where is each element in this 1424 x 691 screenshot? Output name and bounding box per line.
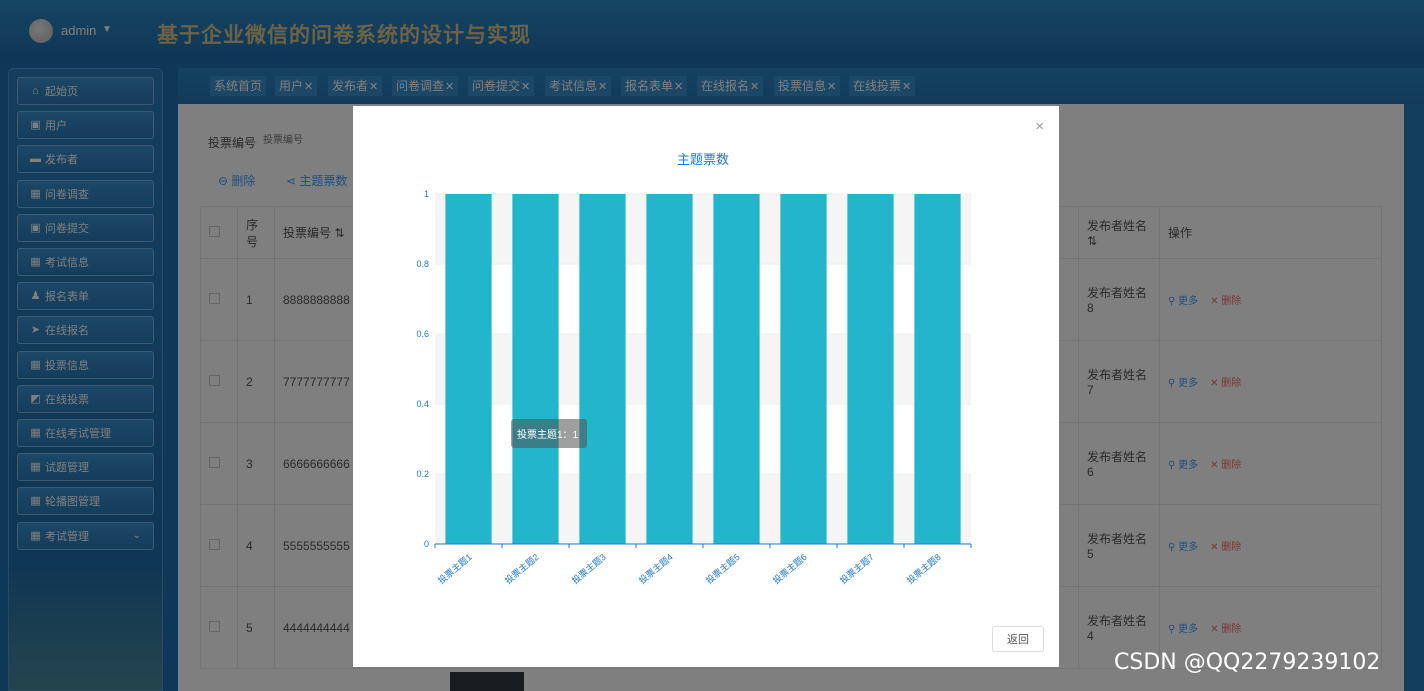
bar [713, 194, 760, 544]
chart-dialog: × 主题票数 0 0.2 0.4 0.6 0.8 1 投票主题1 投票主题2 投票主题3 投票主题4… [353, 106, 1059, 667]
bar [512, 194, 559, 544]
x-tick-label: 投票主题6 [770, 551, 808, 586]
bar [579, 194, 626, 544]
bar [914, 194, 961, 544]
return-button[interactable]: 返回 [992, 626, 1044, 652]
bar [646, 194, 693, 544]
watermark: CSDN @QQ2279239102 [1114, 650, 1381, 675]
x-tick-label: 投票主题4 [636, 551, 674, 586]
y-tick-label: 0.4 [416, 399, 429, 409]
x-tick-label: 投票主题7 [837, 551, 875, 586]
x-tick-label: 投票主题5 [703, 551, 741, 586]
bar [445, 194, 492, 544]
bar [847, 194, 894, 544]
tooltip-text: 投票主题1：1 [517, 428, 579, 441]
y-tick-label: 1 [424, 189, 429, 199]
x-tick-label: 投票主题1 [435, 551, 473, 586]
y-tick-label: 0.2 [416, 469, 429, 479]
x-tick-label: 投票主题8 [904, 551, 942, 586]
bar-chart: 主题票数 0 0.2 0.4 0.6 0.8 1 投票主题1 投票主题2 投票主题3 投票主题4 投票… [416, 152, 972, 586]
y-tick-label: 0.8 [416, 259, 429, 269]
bar [780, 194, 827, 544]
chart-title: 主题票数 [677, 152, 729, 167]
y-tick-label: 0.6 [416, 329, 429, 339]
x-tick-label: 投票主题2 [502, 551, 540, 586]
y-tick-label: 0 [424, 539, 429, 549]
x-tick-label: 投票主题3 [569, 551, 607, 586]
